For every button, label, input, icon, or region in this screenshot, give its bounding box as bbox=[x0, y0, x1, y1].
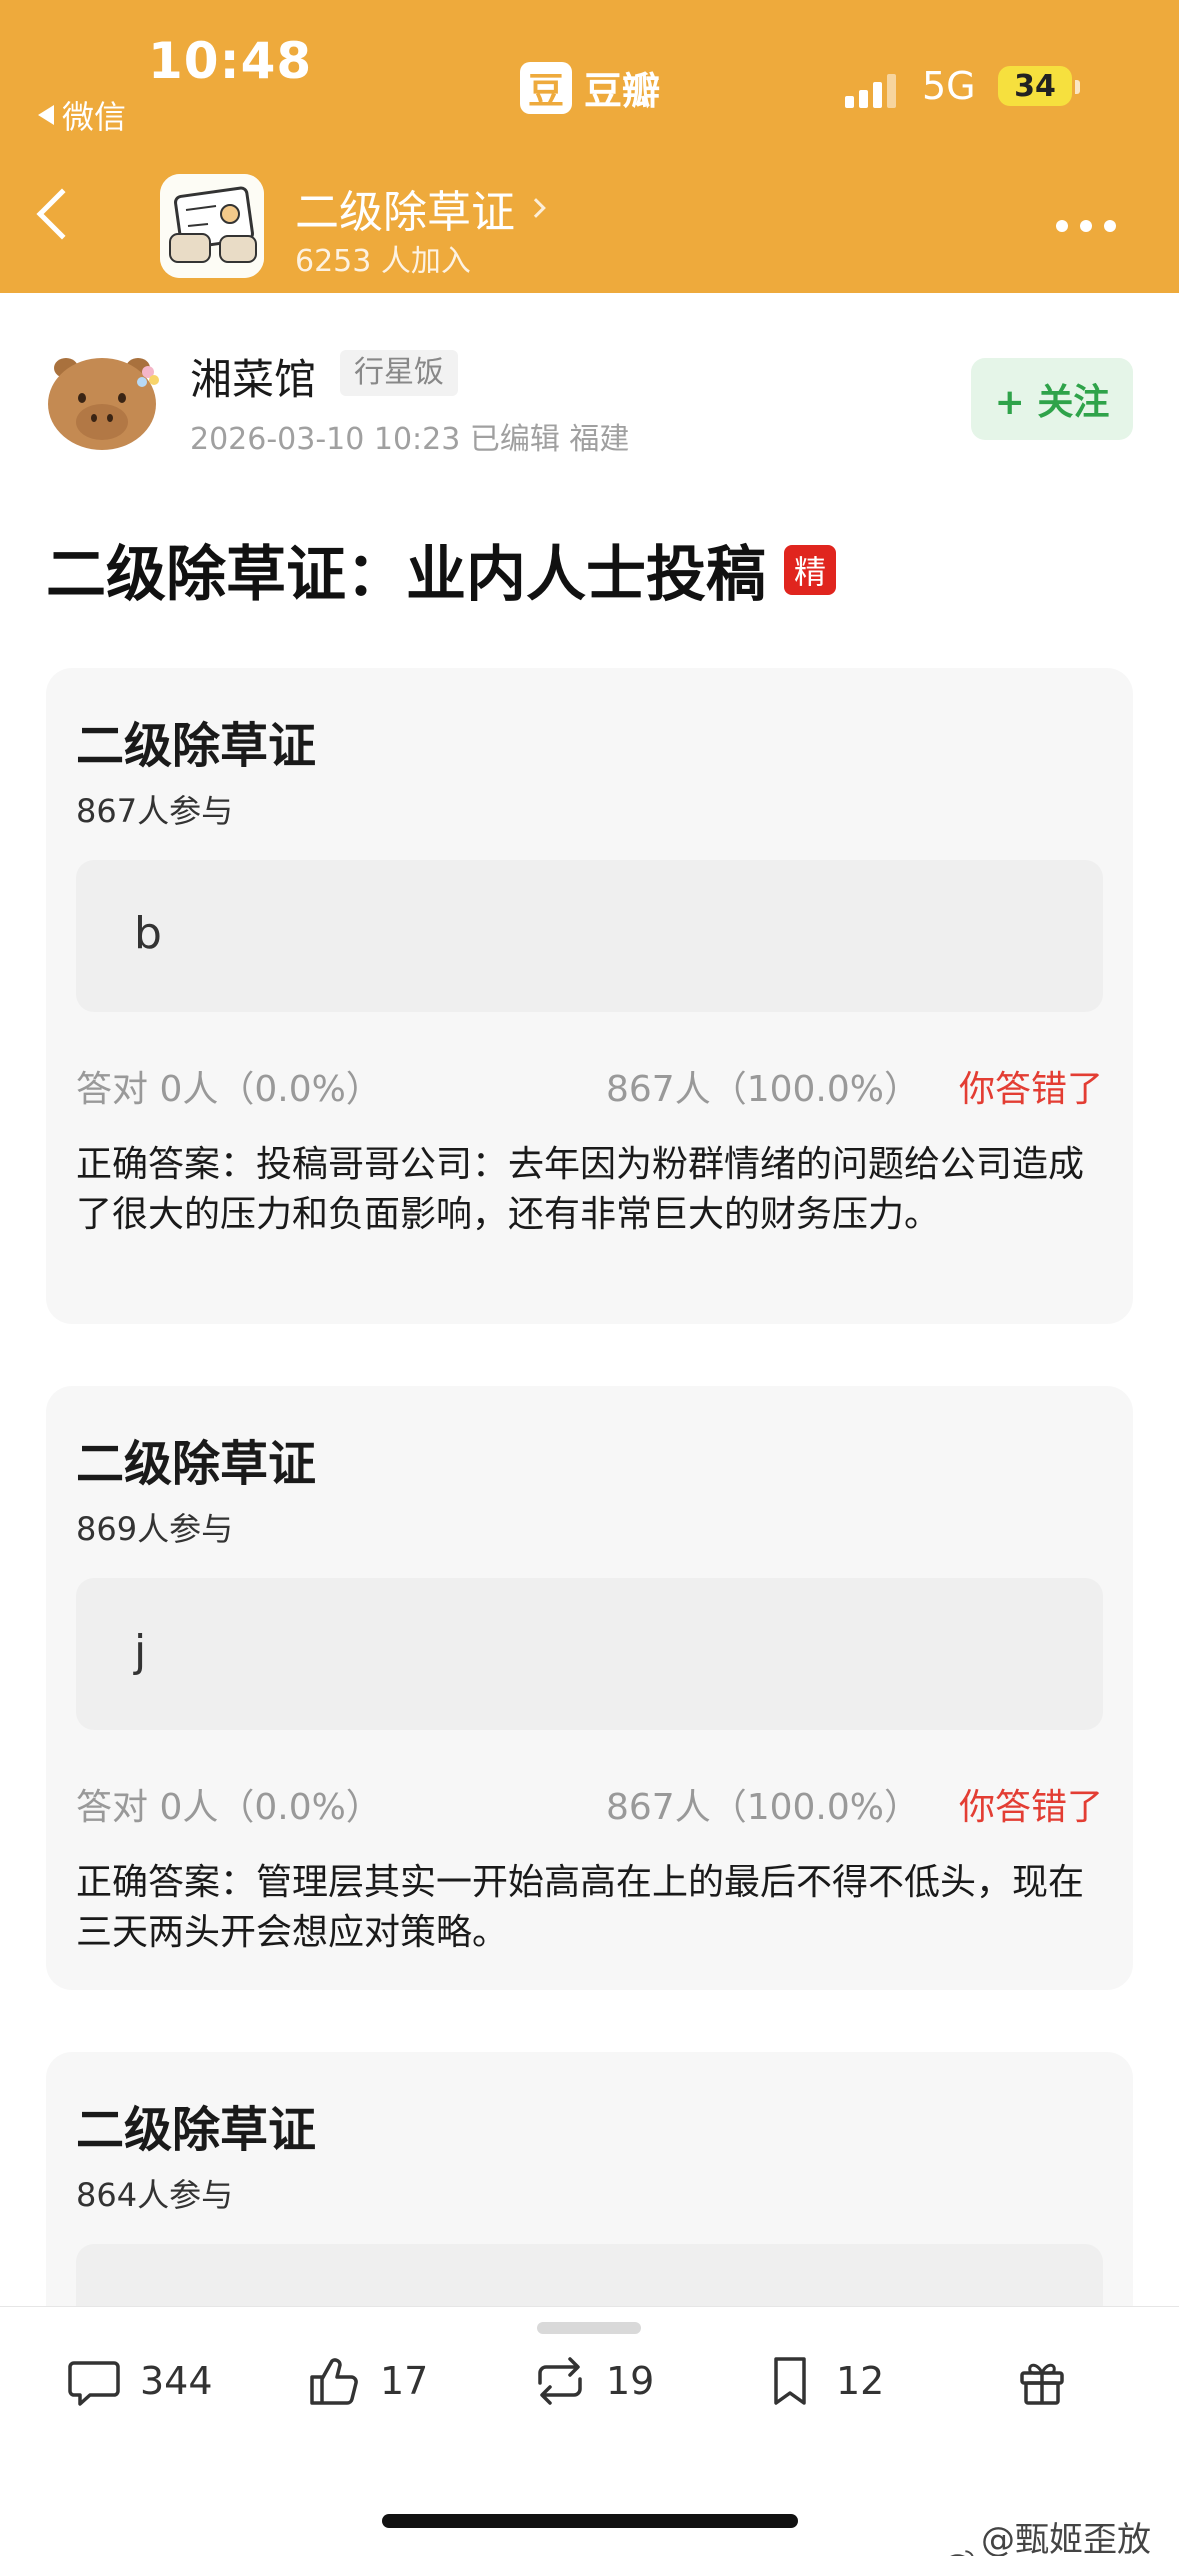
correct-stat: 答对 0人（0.0%） bbox=[76, 1787, 382, 1828]
return-app-label: 微信 bbox=[62, 98, 127, 136]
watermark: @甄姬歪放瓜 bbox=[944, 2512, 1179, 2556]
correct-stat: 答对 0人（0.0%） bbox=[76, 1069, 382, 1110]
reshare-button[interactable]: 19 bbox=[530, 2346, 654, 2416]
like-count: 17 bbox=[380, 2359, 429, 2403]
quiz-option-text: b bbox=[134, 908, 162, 959]
reshare-icon bbox=[538, 2357, 582, 2405]
like-icon bbox=[310, 2358, 358, 2405]
app-brand: 豆 豆瓣 bbox=[520, 60, 660, 115]
status-time: 10:48 bbox=[148, 32, 313, 90]
quiz-option[interactable]: j bbox=[76, 1578, 1103, 1730]
return-to-app-link[interactable]: 微信 bbox=[38, 92, 126, 138]
quiz-explanation: 正确答案：投稿哥哥公司：去年因为粉群情绪的问题给公司造成了很大的压力和负面影响，… bbox=[76, 1144, 1085, 1235]
drag-handle[interactable] bbox=[537, 2322, 641, 2334]
post-title: 二级除草证：业内人士投稿 精 bbox=[46, 526, 836, 613]
wrong-stat: 867人（100.0%） bbox=[606, 1787, 920, 1828]
home-indicator bbox=[382, 2514, 798, 2528]
bookmark-button[interactable]: 12 bbox=[760, 2346, 884, 2416]
reshare-count: 19 bbox=[606, 2359, 655, 2403]
brand-name: 豆瓣 bbox=[584, 69, 661, 113]
quiz-participants: 864人参与 bbox=[76, 2176, 234, 2214]
group-avatar[interactable] bbox=[160, 174, 264, 278]
essence-badge: 精 bbox=[784, 544, 836, 595]
quiz-participants: 867人参与 bbox=[76, 792, 234, 830]
post-title-text: 二级除草证：业内人士投稿 bbox=[46, 540, 766, 610]
quiz-title: 二级除草证 bbox=[76, 1436, 317, 1492]
comment-button[interactable]: 344 bbox=[64, 2346, 213, 2416]
like-button[interactable]: 17 bbox=[304, 2346, 428, 2416]
back-triangle-icon bbox=[38, 105, 54, 125]
bookmark-count: 12 bbox=[836, 2359, 885, 2403]
watermark-text: @甄姬歪放瓜 bbox=[981, 2520, 1152, 2556]
author-name[interactable]: 湘菜馆 bbox=[190, 346, 316, 407]
quiz-card: 二级除草证 867人参与 b 答对 0人（0.0%） 867人（100.0%） … bbox=[46, 668, 1133, 1324]
group-member-count: 6253 人加入 bbox=[295, 244, 471, 279]
group-name-link[interactable]: 二级除草证 bbox=[295, 176, 546, 240]
network-type: 5G bbox=[922, 64, 976, 108]
weibo-icon bbox=[950, 2550, 974, 2556]
group-avatar-illustration-icon bbox=[160, 174, 264, 278]
wrong-stat: 867人（100.0%） bbox=[606, 1069, 920, 1110]
quiz-option[interactable]: b bbox=[76, 860, 1103, 1012]
quiz-title: 二级除草证 bbox=[76, 718, 317, 774]
quiz-participants: 869人参与 bbox=[76, 1510, 234, 1548]
quiz-stats: 答对 0人（0.0%） 867人（100.0%） 你答错了 bbox=[76, 1060, 1103, 1110]
group-name: 二级除草证 bbox=[295, 187, 515, 238]
quiz-card: 二级除草证 869人参与 j 答对 0人（0.0%） 867人（100.0%） … bbox=[46, 1386, 1133, 1990]
quiz-stats: 答对 0人（0.0%） 867人（100.0%） 你答错了 bbox=[76, 1778, 1103, 1828]
capybara-avatar-icon bbox=[48, 358, 159, 450]
result-label: 你答错了 bbox=[958, 1069, 1103, 1110]
author-tag: 行星饭 bbox=[340, 350, 458, 396]
comment-count: 344 bbox=[140, 2359, 213, 2403]
gift-icon bbox=[1020, 2363, 1064, 2405]
quiz-option-text: j bbox=[134, 1626, 147, 1677]
battery-tip bbox=[1075, 80, 1080, 94]
quiz-title: 二级除草证 bbox=[76, 2102, 317, 2158]
author-avatar[interactable] bbox=[46, 346, 164, 454]
signal-icon bbox=[845, 72, 896, 108]
more-icon[interactable] bbox=[1056, 220, 1116, 232]
douban-logo-icon: 豆 bbox=[520, 61, 572, 114]
result-label: 你答错了 bbox=[958, 1787, 1103, 1828]
bookmark-icon bbox=[774, 2357, 806, 2405]
gift-button[interactable] bbox=[1012, 2346, 1072, 2416]
comment-icon bbox=[68, 2361, 120, 2406]
follow-button[interactable]: + 关注 bbox=[971, 358, 1133, 440]
chevron-right-icon bbox=[526, 198, 546, 218]
post-meta: 2026-03-10 10:23 已编辑 福建 bbox=[190, 422, 630, 457]
battery-level: 34 bbox=[998, 66, 1072, 106]
quiz-explanation: 正确答案：管理层其实一开始高高在上的最后不得不低头，现在三天两头开会想应对策略。 bbox=[76, 1862, 1085, 1953]
